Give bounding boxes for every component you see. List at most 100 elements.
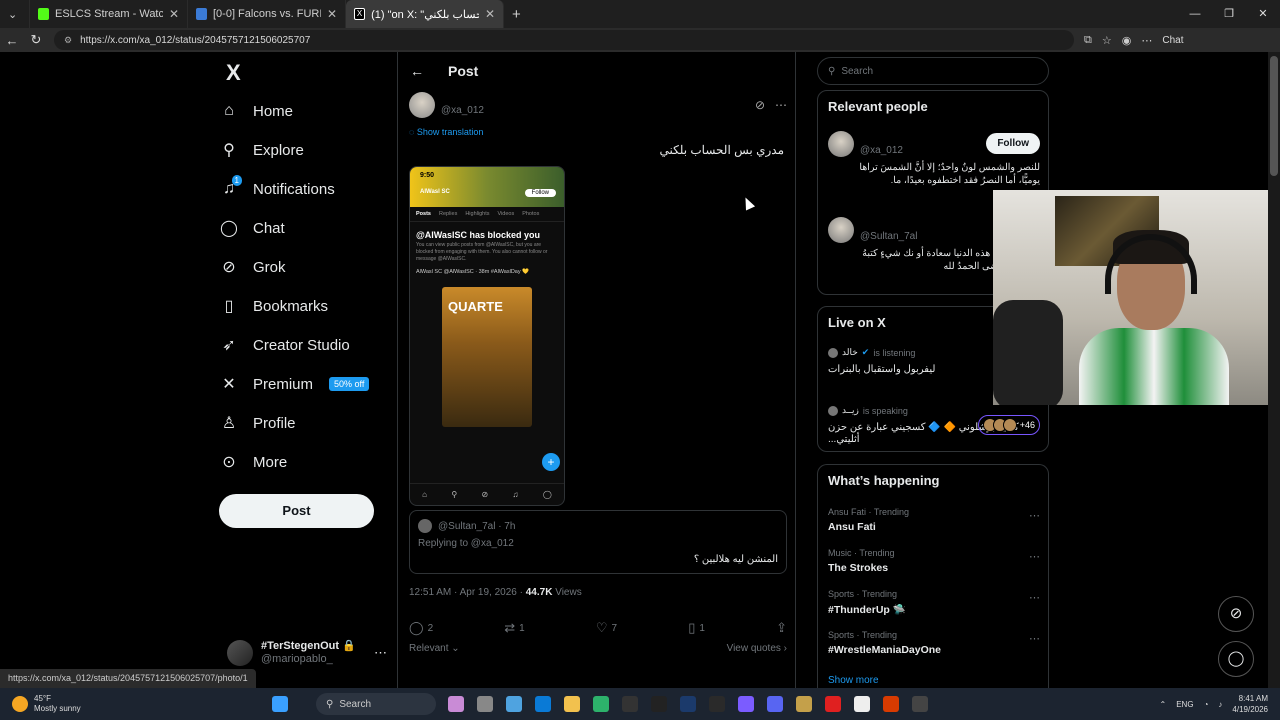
avatar[interactable] bbox=[409, 92, 435, 118]
rocket-icon: ➶ bbox=[222, 337, 236, 354]
file-explorer-icon[interactable] bbox=[564, 696, 580, 712]
close-icon[interactable]: ✕ bbox=[327, 7, 337, 21]
task-view-icon[interactable] bbox=[477, 696, 493, 712]
url-field[interactable]: ⚙ https://x.com/xa_012/status/2045757121… bbox=[54, 30, 1074, 50]
back-arrow-icon[interactable]: ← bbox=[410, 63, 424, 79]
grok-icon[interactable]: ⊘ bbox=[755, 98, 765, 112]
repost-button[interactable]: ⇄ 1 bbox=[504, 620, 524, 636]
show-translation-link[interactable]: ◌ Show translation bbox=[409, 127, 483, 137]
scrollbar-thumb[interactable] bbox=[1270, 56, 1278, 176]
copilot-chat-button[interactable]: Chat bbox=[1162, 35, 1183, 46]
trend-item[interactable]: Music · Trending The Strokes ⋯ bbox=[828, 548, 1040, 574]
favorite-icon[interactable]: ☆ bbox=[1102, 34, 1112, 47]
bell-icon: ♫ bbox=[512, 490, 519, 499]
obs-icon[interactable] bbox=[912, 696, 928, 712]
app-icon[interactable] bbox=[709, 696, 725, 712]
bookmark-button[interactable]: ▯ 1 bbox=[688, 620, 705, 636]
reply-sort-dropdown[interactable]: Relevant ⌄ bbox=[409, 643, 460, 654]
author-handle[interactable]: @xa_012 bbox=[441, 105, 484, 116]
app-icon[interactable] bbox=[506, 696, 522, 712]
scrollbar[interactable] bbox=[1268, 52, 1280, 688]
sidebar-item-explore[interactable]: ⚲ Explore bbox=[219, 135, 304, 165]
wifi-icon[interactable]: ◔ bbox=[1204, 700, 1209, 709]
browser-tab[interactable]: [0-0] Falcons vs. FURIA at IEM Rio ✕ bbox=[188, 0, 346, 28]
profile-icon: ♙ bbox=[221, 415, 237, 432]
sidebar-item-bookmarks[interactable]: ▯ Bookmarks bbox=[219, 291, 328, 321]
more-icon[interactable]: ⋯ bbox=[1029, 550, 1040, 563]
start-icon[interactable] bbox=[272, 696, 288, 712]
app-icon[interactable] bbox=[448, 696, 464, 712]
page-title: Post bbox=[448, 63, 479, 79]
more-icon[interactable]: ⋯ bbox=[1029, 591, 1040, 604]
close-window-icon[interactable]: ✕ bbox=[1246, 0, 1280, 28]
grok-fab[interactable]: ⊘ bbox=[1218, 596, 1254, 632]
live-space-item[interactable]: زيــد is speaking كافيه برشلوني 🔶 🔷 كسجين… bbox=[828, 405, 1040, 446]
sidebar-item-profile[interactable]: ♙ Profile bbox=[219, 408, 296, 438]
chat-icon: ◯ bbox=[220, 220, 238, 237]
sidebar-item-home[interactable]: ⌂ Home bbox=[219, 96, 293, 126]
post-image[interactable]: 9:50 AlWasl SC Follow Posts Replies High… bbox=[409, 166, 565, 506]
browser-tab[interactable]: ESLCS Stream - Watch Live on Kick ✕ bbox=[30, 0, 188, 28]
sidebar-item-notifications[interactable]: ♫ 1 Notifications bbox=[219, 174, 335, 204]
sidebar-item-premium[interactable]: ✕ Premium 50% off bbox=[219, 369, 370, 399]
view-quotes-link[interactable]: View quotes › bbox=[727, 643, 787, 654]
edge-icon[interactable] bbox=[535, 696, 551, 712]
more-icon[interactable]: ⋯ bbox=[1029, 632, 1040, 645]
post-actions: ◯ 2 ⇄ 1 ♡ 7 ▯ 1 ⇪ bbox=[409, 620, 787, 636]
sidebar-item-chat[interactable]: ◯ Chat bbox=[219, 213, 285, 243]
more-icon[interactable]: ⋯ bbox=[1029, 509, 1040, 522]
trend-item[interactable]: Sports · Trending #WrestleManiaDayOne ⋯ bbox=[828, 630, 1040, 656]
show-more-link[interactable]: Show more bbox=[828, 675, 879, 686]
youtube-icon[interactable] bbox=[825, 696, 841, 712]
reload-icon[interactable]: ↻ bbox=[24, 32, 48, 48]
tray-chevron-icon[interactable]: ⌃ bbox=[1160, 700, 1167, 709]
trend-item[interactable]: Sports · Trending #ThunderUp 🛸 ⋯ bbox=[828, 589, 1040, 616]
close-icon[interactable]: ✕ bbox=[485, 7, 495, 21]
profile-avatar-icon[interactable]: ◉ bbox=[1122, 34, 1132, 47]
x-page: X ⌂ Home ⚲ Explore ♫ 1 Notifications ◯ Chat ⊘… bbox=[0, 52, 1280, 688]
streamer-shirt bbox=[1079, 328, 1229, 405]
chat-fab[interactable]: ◯ bbox=[1218, 641, 1254, 677]
share-button[interactable]: ⇪ bbox=[776, 620, 787, 636]
app-icon[interactable] bbox=[593, 696, 609, 712]
opera-icon[interactable] bbox=[883, 696, 899, 712]
new-tab-button[interactable]: + bbox=[504, 0, 529, 28]
search-input[interactable]: ⚲ Search bbox=[817, 57, 1049, 85]
taskbar-search[interactable]: ⚲ Search bbox=[316, 693, 436, 715]
account-switcher[interactable]: #TerStegenOut 🔒 @mariopablo_ ⋯ bbox=[227, 640, 387, 666]
minimize-icon[interactable]: — bbox=[1178, 0, 1212, 28]
back-icon[interactable]: ← bbox=[0, 33, 24, 48]
follow-button[interactable]: Follow bbox=[986, 133, 1040, 154]
restore-icon[interactable]: ❐ bbox=[1212, 0, 1246, 28]
more-icon[interactable]: ⋯ bbox=[775, 98, 787, 112]
app-icon[interactable] bbox=[796, 696, 812, 712]
steam-icon[interactable] bbox=[680, 696, 696, 712]
menu-icon[interactable]: ⋯ bbox=[1141, 34, 1152, 47]
sidebar-item-creator-studio[interactable]: ➶ Creator Studio bbox=[219, 330, 349, 360]
reply-button[interactable]: ◯ 2 bbox=[409, 620, 433, 636]
app-icon[interactable] bbox=[738, 696, 754, 712]
discord-icon[interactable] bbox=[767, 696, 783, 712]
weather-widget[interactable]: 45°F Mostly sunny bbox=[0, 694, 260, 714]
site-info-icon[interactable]: ⚙ bbox=[64, 35, 72, 46]
app-icon[interactable] bbox=[651, 696, 667, 712]
clock[interactable]: 8:41 AM 4/19/2026 bbox=[1232, 693, 1268, 715]
more-icon: ⊙ bbox=[222, 454, 236, 471]
app-icon[interactable] bbox=[622, 696, 638, 712]
like-button[interactable]: ♡ 7 bbox=[596, 620, 617, 636]
close-icon[interactable]: ✕ bbox=[169, 7, 179, 21]
volume-icon[interactable]: ♪ bbox=[1218, 700, 1222, 709]
trend-item[interactable]: Ansu Fati · Trending Ansu Fati ⋯ bbox=[828, 507, 1040, 533]
tab-list-button[interactable]: ⌄ bbox=[0, 0, 30, 28]
sidebar-item-grok[interactable]: ⊘ Grok bbox=[219, 252, 285, 282]
extensions-icon[interactable]: ⧉ bbox=[1084, 34, 1092, 47]
sidebar-item-more[interactable]: ⊙ More bbox=[219, 447, 287, 477]
more-icon[interactable]: ⋯ bbox=[374, 645, 387, 661]
x-logo[interactable]: X bbox=[226, 60, 241, 86]
reply-card[interactable]: @Sultan_7al · 7h Replying to @xa_012 الم… bbox=[409, 510, 787, 574]
post-button[interactable]: Post bbox=[219, 494, 374, 528]
language-indicator[interactable]: ENG bbox=[1176, 700, 1193, 709]
x-app-icon[interactable] bbox=[854, 696, 870, 712]
avatar bbox=[828, 217, 854, 243]
browser-tab-active[interactable]: X (1) "on X: "مدري بس الحساب بلكني ✕ bbox=[346, 0, 504, 28]
